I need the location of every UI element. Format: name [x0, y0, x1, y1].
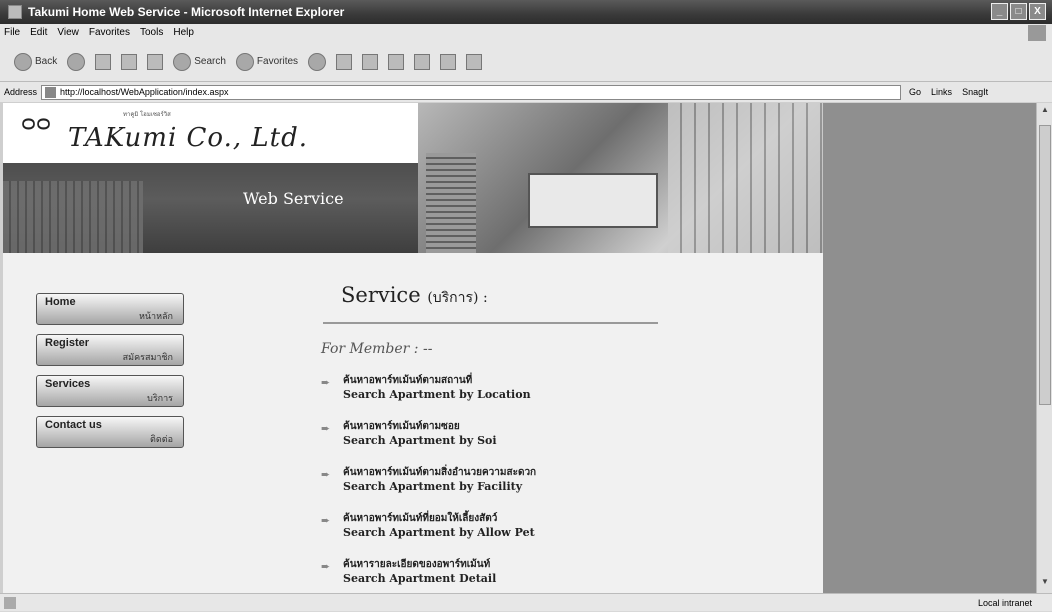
logo-mascot-icon: ᴑᴑ: [21, 111, 52, 136]
ie-icon: [8, 5, 22, 19]
title-divider: [323, 322, 658, 324]
search-icon: [173, 52, 192, 71]
page-title: Service (บริการ) :: [341, 283, 488, 309]
forward-arrow-icon: [67, 52, 86, 71]
discuss-icon[interactable]: [414, 53, 431, 70]
nav-home-label: Home: [45, 296, 76, 308]
address-label: Address: [4, 87, 38, 97]
refresh-icon[interactable]: [121, 53, 138, 70]
messenger-icon[interactable]: [466, 53, 483, 70]
browser-window: Takumi Home Web Service - Microsoft Inte…: [0, 0, 1052, 611]
nav-register-label: Register: [45, 337, 90, 349]
nav-register-button[interactable]: Register สมัครสมาชิก: [36, 334, 184, 366]
maximize-button[interactable]: □: [1010, 3, 1027, 20]
link-search-detail[interactable]: ➨ ค้นหารายละเอียดของอพาร์ทเม้นท์ Search …: [321, 557, 721, 593]
scroll-up-icon[interactable]: ▲: [1039, 105, 1051, 119]
security-zone: Local intranet: [977, 598, 1032, 608]
arrow-right-icon: ➨: [321, 423, 331, 435]
title-bar: Takumi Home Web Service - Microsoft Inte…: [0, 0, 1052, 24]
vertical-scrollbar[interactable]: ▲ ▼: [1036, 103, 1052, 593]
arrow-right-icon: ➨: [321, 377, 331, 389]
research-icon[interactable]: [440, 53, 457, 70]
nav-contact-label-th: ติดต่อ: [150, 435, 173, 445]
print-icon[interactable]: [362, 53, 379, 70]
scroll-thumb[interactable]: [1039, 125, 1051, 405]
snagit-button[interactable]: SnagIt: [962, 82, 988, 102]
buildings-graphic: [3, 181, 143, 253]
link-search-soi[interactable]: ➨ ค้นหาอพาร์ทเม้นท์ตามซอย Search Apartme…: [321, 419, 721, 463]
mail-icon[interactable]: [336, 53, 353, 70]
menu-favorites[interactable]: Favorites: [89, 24, 130, 42]
header-photo: [418, 103, 823, 253]
site-logo[interactable]: TAKumi Co., Ltd.: [68, 123, 308, 153]
nav-home-label-th: หน้าหลัก: [138, 312, 173, 322]
back-arrow-icon: [14, 52, 32, 71]
menu-bar: File Edit View Favorites Tools Help: [0, 24, 1052, 42]
go-button[interactable]: Go: [909, 82, 921, 102]
forward-button[interactable]: [67, 52, 86, 71]
toolbar: Back Search Favorites: [0, 42, 1052, 82]
side-nav: Home หน้าหลัก Register สมัครสมาชิก Servi…: [36, 293, 186, 457]
link-search-facility[interactable]: ➨ ค้นหาอพาร์ทเม้นท์ตามสิ่งอำนวยความสะดวก…: [321, 465, 721, 509]
minimize-button[interactable]: _: [991, 3, 1008, 20]
close-button[interactable]: X: [1029, 3, 1046, 20]
menu-tools[interactable]: Tools: [140, 24, 163, 42]
star-icon: [235, 52, 254, 71]
windows-flag-icon: [1028, 25, 1046, 41]
address-bar: Address http://localhost/WebApplication/…: [0, 82, 1052, 102]
sofa-graphic: [528, 173, 658, 228]
edit-icon[interactable]: [388, 53, 405, 70]
stop-icon[interactable]: [95, 53, 112, 70]
links-button[interactable]: Links: [931, 82, 952, 102]
window-title: Takumi Home Web Service - Microsoft Inte…: [28, 5, 345, 19]
link-search-allow-pet[interactable]: ➨ ค้นหาอพาร์ทเม้นท์ที่ยอมให้เลี้ยงสัตว์ …: [321, 511, 721, 555]
nav-home-button[interactable]: Home หน้าหลัก: [36, 293, 184, 325]
arrow-right-icon: ➨: [321, 469, 331, 481]
arrow-right-icon: ➨: [321, 515, 331, 527]
page-title-en: Service: [341, 283, 421, 307]
page-title-th: (บริการ) :: [427, 290, 488, 306]
link-search-location[interactable]: ➨ ค้นหาอพาร์ทเม้นท์ตามสถานที่ Search Apa…: [321, 373, 721, 417]
banner-title: Web Service: [243, 189, 344, 208]
nav-contact-label: Contact us: [45, 419, 102, 431]
home-icon[interactable]: [147, 53, 164, 70]
status-bar: Local intranet: [0, 593, 1052, 611]
menu-file[interactable]: File: [4, 24, 20, 42]
logo-subtitle: ทาคูมิ โฮมเซอร์วิส: [123, 112, 171, 118]
right-panel: [823, 103, 1036, 593]
scroll-down-icon[interactable]: ▼: [1039, 577, 1051, 591]
floorplan-graphic: [668, 103, 823, 253]
menu-edit[interactable]: Edit: [30, 24, 47, 42]
page-icon: [45, 86, 57, 98]
arrow-right-icon: ➨: [321, 561, 331, 573]
address-input[interactable]: http://localhost/WebApplication/index.as…: [41, 84, 902, 100]
nav-services-label: Services: [45, 378, 91, 390]
nav-contact-button[interactable]: Contact us ติดต่อ: [36, 416, 184, 448]
header-banner: Web Service: [3, 163, 418, 253]
tower-graphic: [426, 153, 476, 253]
search-button[interactable]: Search: [173, 52, 226, 71]
service-links: ➨ ค้นหาอพาร์ทเม้นท์ตามสถานที่ Search Apa…: [321, 373, 721, 593]
history-icon[interactable]: [308, 52, 327, 71]
nav-services-button[interactable]: Services บริการ: [36, 375, 184, 407]
logo-area: ᴑᴑ ทาคูมิ โฮมเซอร์วิส TAKumi Co., Ltd.: [3, 103, 418, 163]
favorites-button[interactable]: Favorites: [235, 52, 298, 71]
menu-help[interactable]: Help: [173, 24, 194, 42]
address-url: http://localhost/WebApplication/index.as…: [60, 86, 229, 97]
back-button[interactable]: Back: [14, 52, 57, 71]
page-content: ᴑᴑ ทาคูมิ โฮมเซอร์วิส TAKumi Co., Ltd. W…: [3, 103, 1036, 593]
section-heading: For Member : --: [321, 341, 433, 357]
menu-view[interactable]: View: [57, 24, 79, 42]
nav-register-label-th: สมัครสมาชิก: [122, 353, 173, 363]
page-status-icon: [4, 597, 16, 609]
nav-services-label-th: บริการ: [147, 394, 173, 404]
